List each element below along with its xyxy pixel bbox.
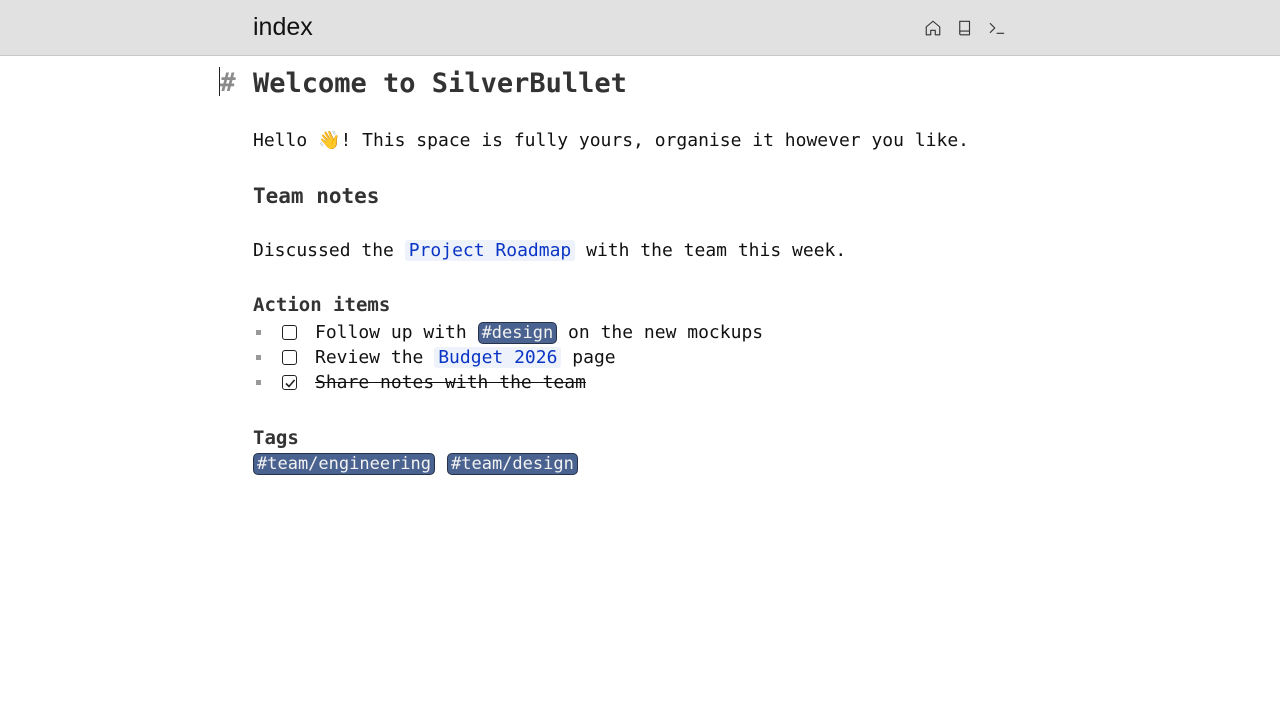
intro-paragraph: Hello 👋! This space is fully yours, orga… bbox=[253, 129, 969, 153]
task-text: on the new mockups bbox=[557, 322, 764, 343]
task-text-done: Share notes with the team bbox=[315, 372, 586, 393]
discussion-paragraph: Discussed the Project Roadmap with the t… bbox=[253, 239, 846, 263]
book-icon[interactable] bbox=[953, 16, 977, 40]
tags-heading: Tags bbox=[253, 427, 299, 449]
team-notes-heading: Team notes bbox=[253, 184, 380, 208]
task-checkbox[interactable] bbox=[282, 350, 297, 365]
task-item: Share notes with the team bbox=[253, 370, 763, 395]
budget-2026-link[interactable]: Budget 2026 bbox=[434, 347, 562, 368]
discussion-text-start: Discussed the bbox=[253, 240, 405, 261]
action-items-heading: Action items bbox=[253, 294, 391, 316]
task-text: Follow up with bbox=[315, 322, 478, 343]
tags-row: #team/engineering #team/design bbox=[253, 453, 578, 475]
heading-marker: # bbox=[220, 68, 236, 98]
bullet bbox=[256, 355, 261, 360]
check-icon bbox=[284, 378, 295, 388]
home-icon[interactable] bbox=[921, 16, 945, 40]
task-checkbox-checked[interactable] bbox=[282, 375, 297, 390]
project-roadmap-link[interactable]: Project Roadmap bbox=[404, 240, 576, 261]
page-name[interactable]: index bbox=[253, 12, 313, 42]
page-title-text: Welcome to SilverBullet bbox=[253, 67, 627, 99]
toolbar-actions bbox=[921, 16, 1009, 40]
intro-text-end: ! This space is fully yours, organise it… bbox=[340, 130, 969, 151]
wave-emoji: 👋 bbox=[318, 130, 341, 151]
bullet bbox=[256, 330, 261, 335]
task-item: Follow up with #design on the new mockup… bbox=[253, 320, 763, 345]
tag-team-engineering[interactable]: #team/engineering bbox=[253, 453, 435, 475]
task-text: page bbox=[561, 347, 616, 368]
discussion-text-end: with the team this week. bbox=[575, 240, 847, 261]
top-bar: index bbox=[0, 0, 1280, 56]
task-text: Review the bbox=[315, 347, 435, 368]
task-list: Follow up with #design on the new mockup… bbox=[253, 320, 763, 395]
page-title: # Welcome to SilverBullet bbox=[220, 66, 627, 100]
design-hashtag[interactable]: #design bbox=[477, 321, 558, 344]
bullet bbox=[256, 380, 261, 385]
task-item: Review the Budget 2026 page bbox=[253, 345, 763, 370]
terminal-icon[interactable] bbox=[985, 16, 1009, 40]
tag-team-design[interactable]: #team/design bbox=[447, 453, 578, 475]
task-checkbox[interactable] bbox=[282, 325, 297, 340]
intro-text-start: Hello bbox=[253, 130, 319, 151]
